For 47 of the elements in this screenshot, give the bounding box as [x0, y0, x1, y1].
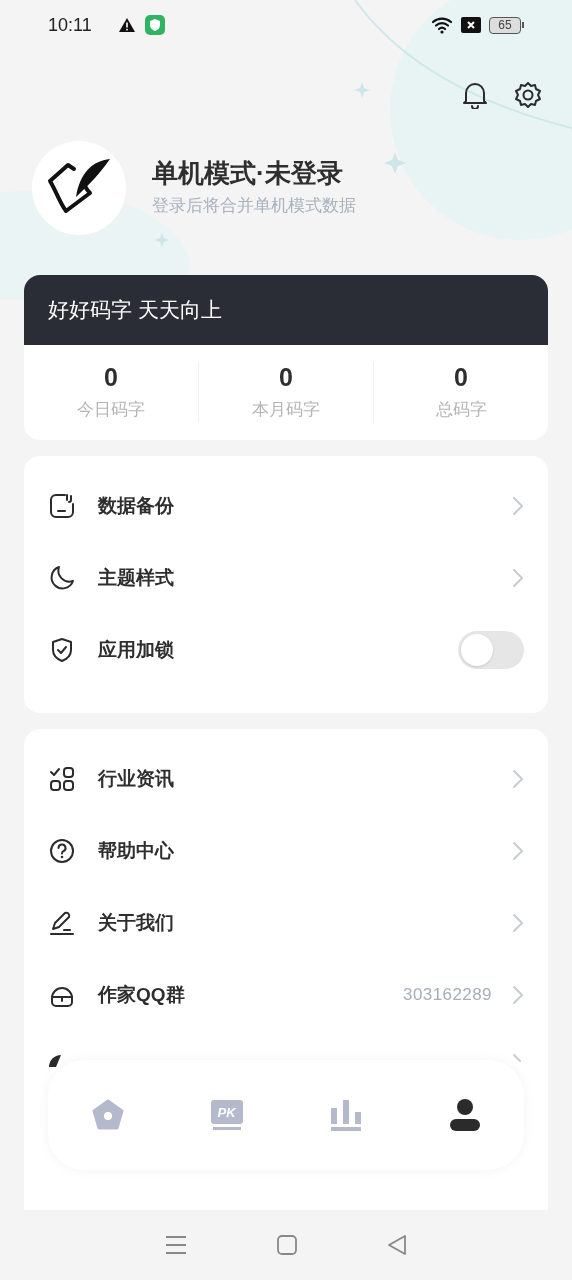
- menu-label[interactable]: 应用加锁: [98, 635, 174, 665]
- chevron-right-icon: [512, 913, 524, 933]
- warning-icon: [117, 17, 136, 33]
- chevron-right-icon: [512, 985, 524, 1005]
- menu-label[interactable]: 数据备份: [98, 491, 174, 521]
- settings-icon[interactable]: [514, 81, 542, 109]
- home-button-icon[interactable]: [277, 1235, 297, 1255]
- menu-label[interactable]: 行业资讯: [98, 764, 174, 794]
- bar-chart-icon: [328, 1098, 363, 1132]
- chevron-right-icon: [512, 496, 524, 516]
- wifi-icon: [431, 16, 455, 34]
- menu-label[interactable]: 作家QQ群: [98, 980, 185, 1010]
- person-icon: [448, 1098, 481, 1132]
- help-icon: [48, 837, 76, 865]
- menu-label[interactable]: 帮助中心: [98, 836, 174, 866]
- menu-label[interactable]: 主题样式: [98, 563, 174, 593]
- home-icon: [90, 1099, 125, 1131]
- slogan-banner: 好好码字 天天向上: [24, 275, 548, 345]
- stat-value: 0: [104, 362, 118, 394]
- moon-icon: [48, 564, 76, 592]
- chevron-right-icon: [512, 841, 524, 861]
- chevron-right-icon: [512, 1053, 524, 1063]
- menu-icon[interactable]: [165, 1235, 187, 1255]
- profile-name: 单机模式·未登录: [152, 156, 344, 189]
- profile-subtitle: 登录后将合并单机模式数据: [152, 195, 356, 217]
- sparkle-icon: [155, 233, 169, 247]
- stat-value: 0: [279, 362, 293, 394]
- back-icon[interactable]: [387, 1234, 407, 1256]
- stat-label: 今日码字: [77, 399, 145, 422]
- bell-icon[interactable]: [462, 81, 488, 109]
- menu-value: 303162289: [403, 984, 492, 1007]
- backup-icon: [48, 492, 76, 520]
- stat-label: 本月码字: [252, 399, 320, 422]
- no-sim-icon: [461, 17, 481, 33]
- shield-app-icon: [144, 15, 165, 35]
- toggle-switch[interactable]: [458, 631, 524, 669]
- sparkle-icon: [354, 82, 370, 98]
- chevron-right-icon: [512, 769, 524, 789]
- stat-label: 总码字: [435, 399, 487, 422]
- chevron-right-icon: [512, 568, 524, 588]
- status-time: 10:11: [48, 13, 92, 37]
- menu-label[interactable]: 关于我们: [98, 908, 174, 938]
- sparkle-icon: [384, 152, 406, 174]
- stat-value: 0: [454, 362, 468, 394]
- menu-icon-partial: [48, 1053, 62, 1067]
- apps-icon: [48, 765, 76, 793]
- edit-icon: [48, 909, 76, 937]
